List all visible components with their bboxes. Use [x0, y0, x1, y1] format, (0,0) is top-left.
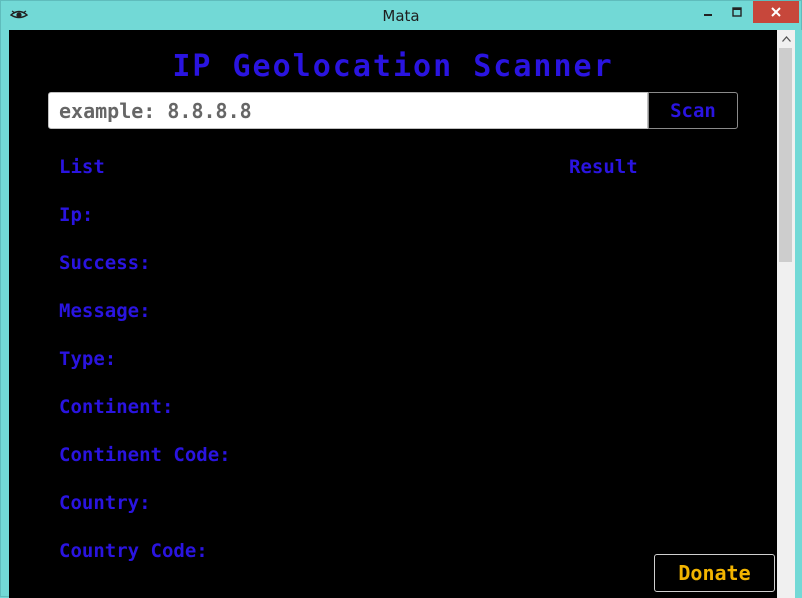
- vertical-scrollbar[interactable]: [777, 30, 795, 598]
- window-title: Mata: [382, 7, 420, 25]
- ip-search-input[interactable]: [48, 92, 648, 129]
- title-bar[interactable]: Mata: [1, 1, 801, 30]
- chevron-up-icon: [781, 35, 791, 42]
- close-icon: [771, 7, 781, 17]
- scan-button[interactable]: Scan: [648, 92, 738, 129]
- minimize-button[interactable]: [693, 1, 723, 23]
- main-content: IP Geolocation Scanner Scan List Result …: [9, 30, 777, 598]
- maximize-icon: [732, 7, 742, 17]
- field-label-ip: Ip:: [59, 204, 94, 226]
- page-title: IP Geolocation Scanner: [172, 49, 614, 84]
- field-label-country: Country:: [59, 492, 151, 514]
- field-label-message: Message:: [59, 300, 151, 322]
- field-label-success: Success:: [59, 252, 151, 274]
- field-label-country-code: Country Code:: [59, 540, 208, 562]
- result-fields: Ip: Success: Message: Type: Continent: C…: [59, 204, 231, 588]
- field-label-continent-code: Continent Code:: [59, 444, 231, 466]
- scrollbar-thumb[interactable]: [779, 48, 792, 262]
- minimize-icon: [704, 14, 712, 16]
- window-frame-right: [795, 30, 802, 598]
- close-button[interactable]: [753, 1, 799, 23]
- result-column-header: Result: [569, 156, 638, 178]
- maximize-button[interactable]: [723, 1, 751, 23]
- list-column-header: List: [59, 156, 105, 178]
- field-label-type: Type:: [59, 348, 117, 370]
- donate-button[interactable]: Donate: [654, 554, 775, 592]
- field-label-continent: Continent:: [59, 396, 174, 418]
- app-window: Mata IP Geolocation Scanner Scan List Re…: [0, 0, 802, 598]
- scroll-up-button[interactable]: [777, 30, 795, 47]
